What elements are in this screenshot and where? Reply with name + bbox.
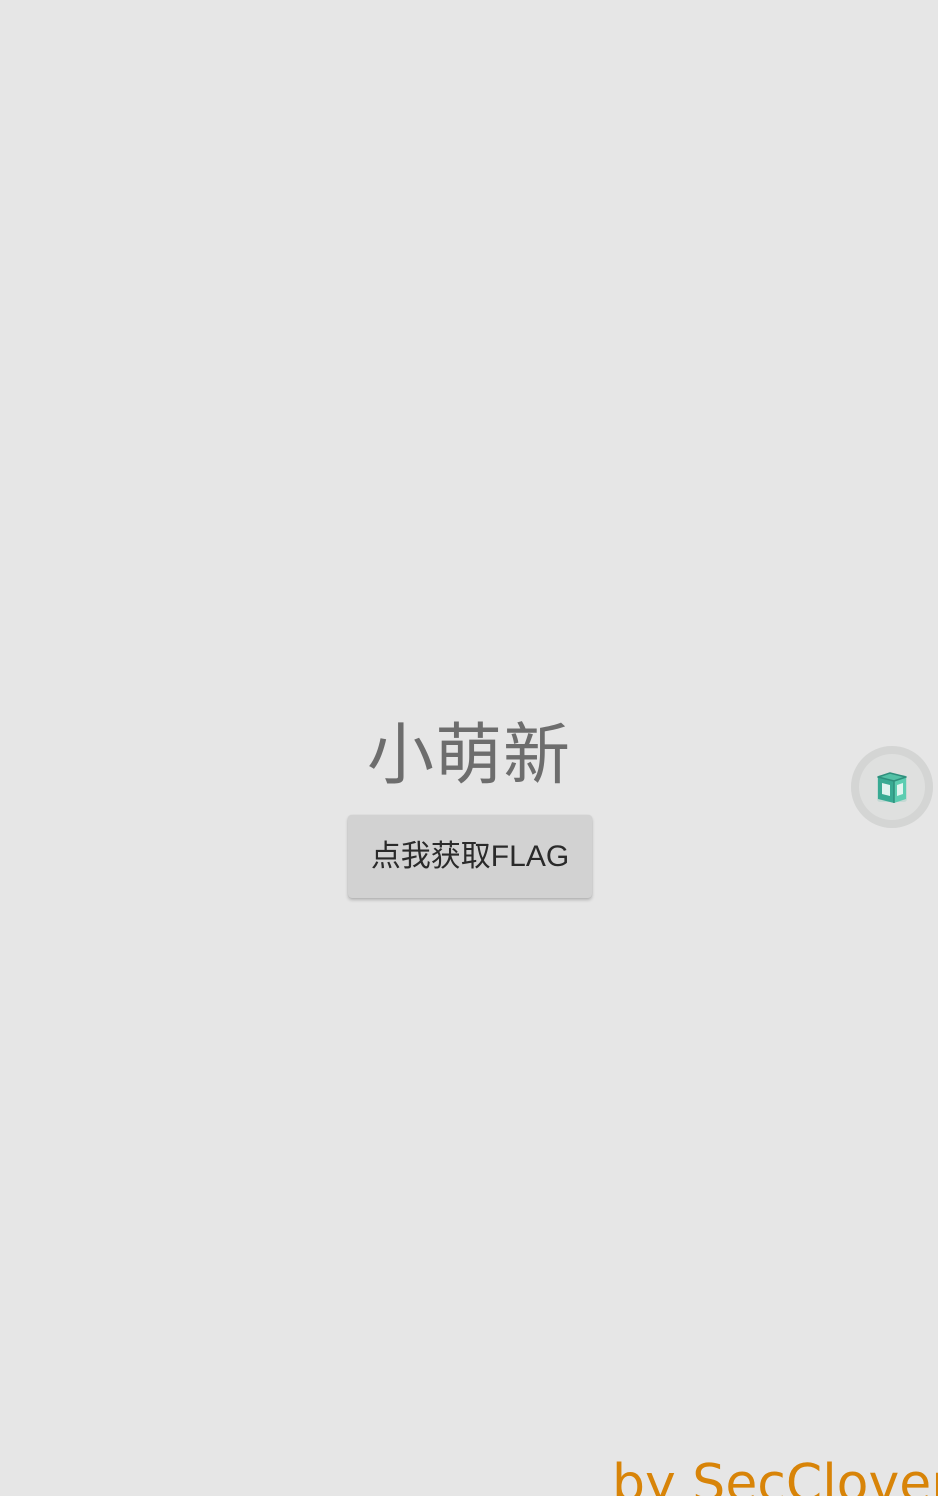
get-flag-button[interactable]: 点我获取FLAG [348,815,592,898]
app-title: 小萌新 [367,716,571,794]
developer-signature: by SecClover [612,1454,938,1496]
floating-tool-button[interactable] [851,746,933,828]
get-flag-button-label: 点我获取FLAG [370,839,570,873]
app-screen: 小萌新 点我获取FLAG by SecClover [0,0,938,1496]
cube-icon [877,772,907,803]
